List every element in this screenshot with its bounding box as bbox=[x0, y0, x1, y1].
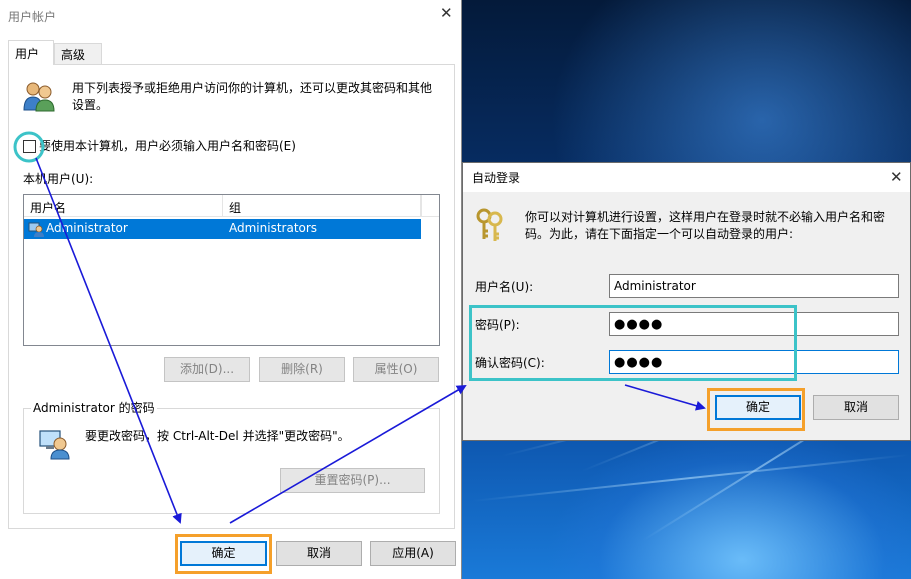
username-label: 用户名(U): bbox=[475, 280, 534, 294]
cancel-button[interactable]: 取消 bbox=[276, 541, 362, 566]
tab-advanced[interactable]: 高级 bbox=[54, 43, 102, 65]
password-group-label: Administrator 的密码 bbox=[31, 400, 157, 416]
add-button[interactable]: 添加(D)... bbox=[164, 357, 250, 382]
highlight-ok-button bbox=[175, 534, 272, 574]
column-header-group[interactable]: 组 bbox=[223, 195, 421, 217]
user-password-icon bbox=[39, 430, 70, 460]
highlight-password-fields bbox=[469, 305, 797, 381]
reset-password-button[interactable]: 重置密码(P)... bbox=[280, 468, 425, 493]
user-icon bbox=[28, 222, 44, 237]
table-row[interactable]: Administrator Administrators bbox=[24, 219, 421, 239]
users-list[interactable]: 用户名 组 Administrator Administrators bbox=[23, 194, 440, 346]
username-field[interactable]: Administrator bbox=[609, 274, 899, 298]
properties-button[interactable]: 属性(O) bbox=[353, 357, 439, 382]
users-icon bbox=[23, 82, 55, 112]
apply-button[interactable]: 应用(A) bbox=[370, 541, 456, 566]
require-password-label[interactable]: 要使用本计算机，用户必须输入用户名和密码(E) bbox=[39, 138, 296, 155]
tab-users[interactable]: 用户 bbox=[8, 40, 54, 65]
change-password-text: 要更改密码，按 Ctrl-Alt-Del 并选择"更改密码"。 bbox=[85, 429, 350, 443]
header-spacer bbox=[421, 195, 439, 217]
local-users-label: 本机用户(U): bbox=[23, 172, 94, 186]
description-text-cont: 码。为此，请在下面指定一个可以自动登录的用户: bbox=[525, 227, 794, 241]
description-text: 你可以对计算机进行设置，这样用户在登录时就不必输入用户名和密 bbox=[525, 210, 886, 224]
intro-text: 用下列表授予或拒绝用户访问你的计算机，还可以更改其密码和其他 bbox=[72, 81, 433, 95]
intro-text-cont: 设置。 bbox=[72, 98, 109, 112]
user-accounts-dialog: 用户帐户 ✕ 高级 用户 用下列表授予或拒绝用户访问你的计算机，还可以更改其密码… bbox=[0, 0, 462, 579]
cancel-button[interactable]: 取消 bbox=[813, 395, 899, 420]
keys-icon bbox=[476, 208, 503, 241]
highlight-auto-login-ok bbox=[707, 388, 805, 431]
dialog-title: 自动登录 bbox=[472, 171, 521, 185]
column-header-username[interactable]: 用户名 bbox=[24, 195, 223, 217]
cell-group: Administrators bbox=[229, 221, 318, 235]
remove-button[interactable]: 删除(R) bbox=[259, 357, 345, 382]
title-bar: 自动登录 ✕ bbox=[463, 163, 910, 192]
light-ray bbox=[471, 454, 910, 502]
list-header: 用户名 组 bbox=[24, 195, 439, 217]
cell-username: Administrator bbox=[46, 221, 128, 235]
auto-login-dialog: 自动登录 ✕ 你可以对计算机进行设置，这样用户在登录时就不必输入用户名和密 码。… bbox=[462, 162, 911, 441]
close-icon[interactable]: ✕ bbox=[440, 6, 453, 21]
require-password-checkbox[interactable] bbox=[23, 140, 36, 153]
password-groupbox bbox=[23, 408, 440, 514]
dialog-title: 用户帐户 bbox=[8, 10, 57, 24]
close-icon[interactable]: ✕ bbox=[890, 170, 903, 185]
